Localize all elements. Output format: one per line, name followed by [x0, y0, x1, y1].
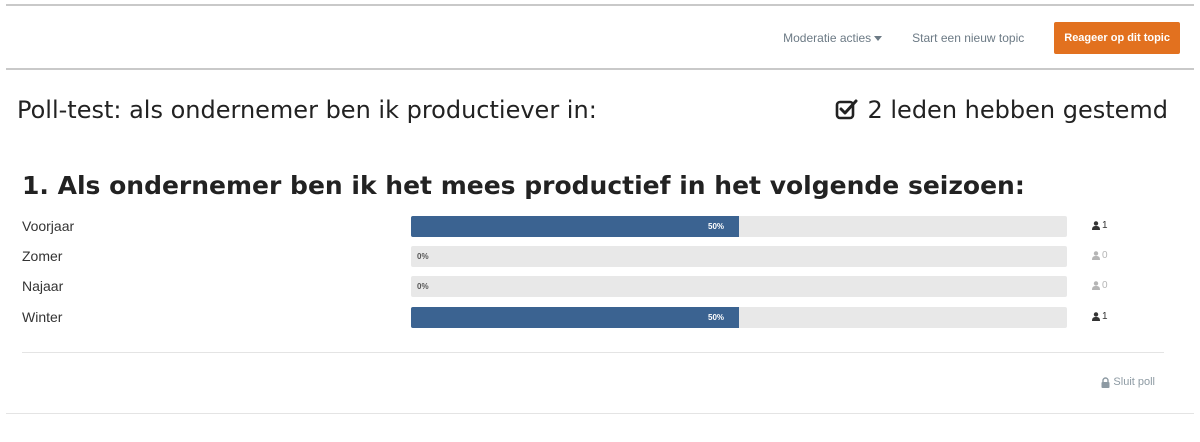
poll-option-voters: 0 [1092, 280, 1108, 291]
poll-option-row: Zomer 0% 0 [22, 246, 1162, 268]
poll-option-bar-fill [411, 307, 739, 328]
poll-option-bar: 50% [411, 307, 1067, 328]
user-icon [1092, 312, 1100, 321]
header-divider [6, 68, 1194, 70]
poll-divider [22, 352, 1164, 353]
question-title: 1. Als ondernemer ben ik het mees produc… [22, 171, 1025, 200]
poll-option-label: Voorjaar [22, 218, 75, 234]
vote-count-summary: 2 leden hebben gestemd [835, 96, 1168, 124]
topic-toolbar: Moderatie acties Start een nieuw topic R… [783, 22, 1180, 54]
poll-option-vote-count: 1 [1102, 220, 1108, 231]
poll-option-voters: 1 [1092, 311, 1108, 322]
poll-option-vote-count: 1 [1102, 311, 1108, 322]
poll-option-bar: 0% [411, 276, 1067, 297]
top-divider [6, 4, 1194, 6]
poll-option-vote-count: 0 [1102, 280, 1108, 291]
vote-count-label: 2 leden hebben gestemd [867, 96, 1168, 124]
poll-option-percent: 0% [417, 282, 429, 291]
user-icon [1092, 221, 1100, 230]
poll-option-label: Zomer [22, 248, 63, 264]
poll-option-voters: 0 [1092, 250, 1108, 261]
poll-title: Poll-test: als ondernemer ben ik product… [17, 96, 597, 124]
check-square-icon [836, 99, 858, 120]
poll-option-bar: 50% [411, 216, 1067, 237]
user-icon [1092, 281, 1100, 290]
lock-icon [1101, 376, 1110, 388]
poll-option-percent: 0% [417, 252, 429, 261]
poll-option-voters: 1 [1092, 220, 1108, 231]
poll-option-label: Najaar [22, 278, 64, 294]
poll-option-label: Winter [22, 309, 63, 325]
poll-option-bar: 0% [411, 246, 1067, 267]
poll-option-row: Najaar 0% 0 [22, 276, 1162, 298]
poll-option-vote-count: 0 [1102, 250, 1108, 261]
poll-option-percent: 50% [708, 222, 725, 231]
bottom-divider [6, 413, 1194, 414]
poll-option-row: Voorjaar 50% 1 [22, 216, 1162, 238]
caret-down-icon [874, 35, 883, 41]
close-poll-label: Sluit poll [1113, 376, 1155, 388]
close-poll-link[interactable]: Sluit poll [1101, 376, 1155, 388]
poll-option-bar-fill [411, 216, 739, 237]
poll-option-row: Winter 50% 1 [22, 307, 1162, 329]
poll-option-percent: 50% [708, 313, 725, 322]
moderation-actions-label: Moderatie acties [783, 31, 872, 45]
reply-button[interactable]: Reageer op dit topic [1054, 22, 1180, 54]
moderation-actions-dropdown[interactable]: Moderatie acties [783, 31, 883, 45]
user-icon [1092, 251, 1100, 260]
new-topic-link[interactable]: Start een nieuw topic [912, 31, 1024, 45]
